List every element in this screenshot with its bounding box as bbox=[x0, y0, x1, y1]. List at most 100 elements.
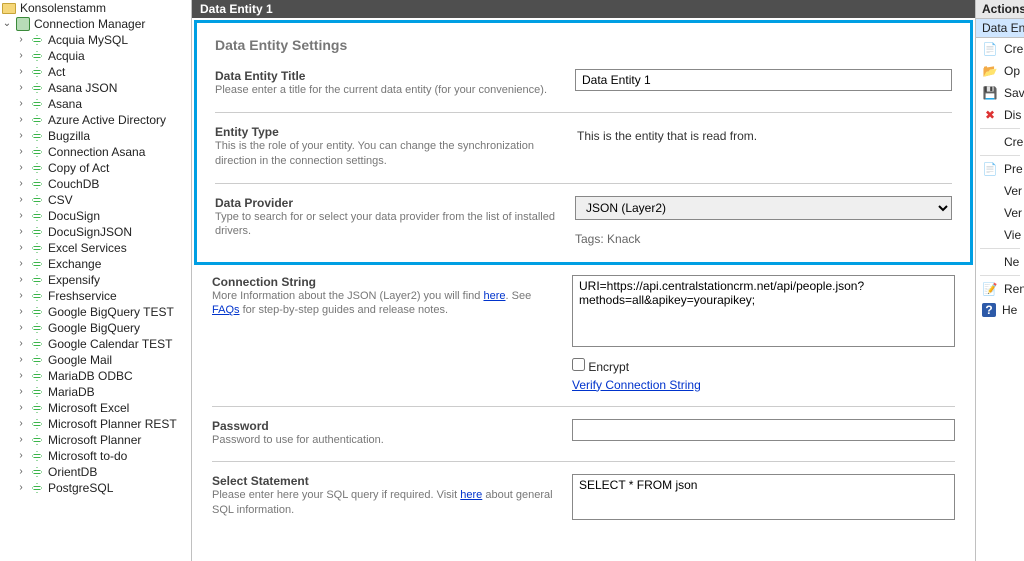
connection-icon bbox=[30, 481, 44, 495]
tree-item[interactable]: ›Act bbox=[14, 64, 191, 80]
chevron-right-icon[interactable]: › bbox=[16, 144, 26, 160]
action-icon: 📂 bbox=[982, 63, 998, 79]
chevron-right-icon[interactable]: › bbox=[16, 336, 26, 352]
tree-item[interactable]: ›Connection Asana bbox=[14, 144, 191, 160]
tree-item[interactable]: ›MariaDB ODBC bbox=[14, 368, 191, 384]
chevron-right-icon[interactable]: › bbox=[16, 80, 26, 96]
tree-item[interactable]: ›Google Calendar TEST bbox=[14, 336, 191, 352]
chevron-right-icon[interactable]: › bbox=[16, 208, 26, 224]
tree-item[interactable]: ›Microsoft Excel bbox=[14, 400, 191, 416]
chevron-right-icon[interactable]: › bbox=[16, 448, 26, 464]
chevron-right-icon[interactable]: › bbox=[16, 128, 26, 144]
chevron-right-icon[interactable]: › bbox=[16, 112, 26, 128]
tree-item[interactable]: ›Microsoft Planner REST bbox=[14, 416, 191, 432]
action-item[interactable]: 📄Pre bbox=[976, 158, 1024, 180]
chevron-right-icon[interactable]: › bbox=[16, 432, 26, 448]
connection-icon bbox=[30, 433, 44, 447]
chevron-down-icon[interactable]: ⌄ bbox=[2, 16, 12, 32]
action-icon: ✖ bbox=[982, 107, 998, 123]
chevron-right-icon[interactable]: › bbox=[16, 368, 26, 384]
actions-tab[interactable]: Data En bbox=[976, 19, 1024, 38]
tree-item[interactable]: › Azure Active Directory bbox=[14, 112, 191, 128]
select-link-here[interactable]: here bbox=[460, 489, 482, 501]
connstring-link-here[interactable]: here bbox=[483, 290, 505, 302]
tree-pane: Konsolenstamm ⌄ Connection Manager ›Acqu… bbox=[0, 0, 192, 561]
connstring-input[interactable] bbox=[572, 275, 955, 347]
tree-root[interactable]: Konsolenstamm bbox=[0, 0, 191, 16]
action-label: Vie bbox=[1004, 228, 1021, 242]
tree-item-label: Asana JSON bbox=[48, 80, 117, 96]
tree-item[interactable]: ›Microsoft Planner bbox=[14, 432, 191, 448]
select-input[interactable] bbox=[572, 474, 955, 520]
action-item[interactable]: ✖Dis bbox=[976, 104, 1024, 126]
action-item[interactable]: Ver bbox=[976, 202, 1024, 224]
provider-select[interactable]: JSON (Layer2) bbox=[575, 196, 952, 220]
action-item[interactable]: Vie bbox=[976, 224, 1024, 246]
tree-item[interactable]: ›Bugzilla bbox=[14, 128, 191, 144]
title-input[interactable] bbox=[575, 69, 952, 91]
tree-items: ›Acquia MySQL›Acquia›Act›Asana JSON›Asan… bbox=[0, 32, 191, 496]
connection-icon bbox=[30, 33, 44, 47]
tree-item[interactable]: ›Asana bbox=[14, 96, 191, 112]
action-item[interactable]: 📄Cre bbox=[976, 38, 1024, 60]
action-item[interactable]: 💾Sav bbox=[976, 82, 1024, 104]
tree-item[interactable]: ›Google Mail bbox=[14, 352, 191, 368]
below-box: Connection String More Information about… bbox=[192, 267, 975, 536]
action-item[interactable]: 📂Op bbox=[976, 60, 1024, 82]
chevron-right-icon[interactable]: › bbox=[16, 256, 26, 272]
action-icon bbox=[982, 254, 998, 270]
tree-item[interactable]: ›MariaDB bbox=[14, 384, 191, 400]
chevron-right-icon[interactable]: › bbox=[16, 464, 26, 480]
chevron-right-icon[interactable]: › bbox=[16, 32, 26, 48]
chevron-right-icon[interactable]: › bbox=[16, 288, 26, 304]
tree-item[interactable]: ›DocuSignJSON bbox=[14, 224, 191, 240]
tree-item[interactable]: › Asana JSON bbox=[14, 80, 191, 96]
verify-connection-link[interactable]: Verify Connection String bbox=[572, 378, 701, 392]
action-item[interactable]: 📝Ren bbox=[976, 278, 1024, 300]
chevron-right-icon[interactable]: › bbox=[16, 320, 26, 336]
encrypt-checkbox-row[interactable]: Encrypt bbox=[572, 360, 629, 374]
tree-item[interactable]: ›Google BigQuery bbox=[14, 320, 191, 336]
connection-icon bbox=[30, 241, 44, 255]
separator bbox=[980, 128, 1020, 129]
tree-item[interactable]: ›Expensify bbox=[14, 272, 191, 288]
tree-cm[interactable]: ⌄ Connection Manager bbox=[0, 16, 191, 32]
tree-item[interactable]: ›OrientDB bbox=[14, 464, 191, 480]
tree-item[interactable]: ›PostgreSQL bbox=[14, 480, 191, 496]
chevron-right-icon[interactable]: › bbox=[16, 192, 26, 208]
tree-item[interactable]: ›Acquia MySQL bbox=[14, 32, 191, 48]
chevron-right-icon[interactable]: › bbox=[16, 272, 26, 288]
tree-item[interactable]: ›Exchange bbox=[14, 256, 191, 272]
chevron-right-icon[interactable]: › bbox=[16, 352, 26, 368]
chevron-right-icon[interactable]: › bbox=[16, 416, 26, 432]
connection-icon bbox=[30, 337, 44, 351]
chevron-right-icon[interactable]: › bbox=[16, 304, 26, 320]
tree-item[interactable]: ›CSV bbox=[14, 192, 191, 208]
action-item[interactable]: Ver bbox=[976, 180, 1024, 202]
action-item[interactable]: Ne bbox=[976, 251, 1024, 273]
chevron-right-icon[interactable]: › bbox=[16, 64, 26, 80]
encrypt-checkbox[interactable] bbox=[572, 358, 585, 371]
action-item[interactable]: ?He bbox=[976, 300, 1024, 320]
tree-item-label: Azure Active Directory bbox=[48, 112, 166, 128]
chevron-right-icon[interactable]: › bbox=[16, 48, 26, 64]
action-item[interactable]: Cre bbox=[976, 131, 1024, 153]
chevron-right-icon[interactable]: › bbox=[16, 224, 26, 240]
tree-item[interactable]: ›Google BigQuery TEST bbox=[14, 304, 191, 320]
password-input[interactable] bbox=[572, 419, 955, 441]
tree-item[interactable]: ›Microsoft to-do bbox=[14, 448, 191, 464]
chevron-right-icon[interactable]: › bbox=[16, 240, 26, 256]
connstring-link-faqs[interactable]: FAQs bbox=[212, 304, 240, 316]
chevron-right-icon[interactable]: › bbox=[16, 480, 26, 496]
tree-item[interactable]: ›Acquia bbox=[14, 48, 191, 64]
tree-item[interactable]: ›DocuSign bbox=[14, 208, 191, 224]
chevron-right-icon[interactable]: › bbox=[16, 400, 26, 416]
chevron-right-icon[interactable]: › bbox=[16, 176, 26, 192]
chevron-right-icon[interactable]: › bbox=[16, 160, 26, 176]
chevron-right-icon[interactable]: › bbox=[16, 96, 26, 112]
tree-item[interactable]: ›Excel Services bbox=[14, 240, 191, 256]
tree-item[interactable]: ›Copy of Act bbox=[14, 160, 191, 176]
chevron-right-icon[interactable]: › bbox=[16, 384, 26, 400]
tree-item[interactable]: ›CouchDB bbox=[14, 176, 191, 192]
tree-item[interactable]: ›Freshservice bbox=[14, 288, 191, 304]
